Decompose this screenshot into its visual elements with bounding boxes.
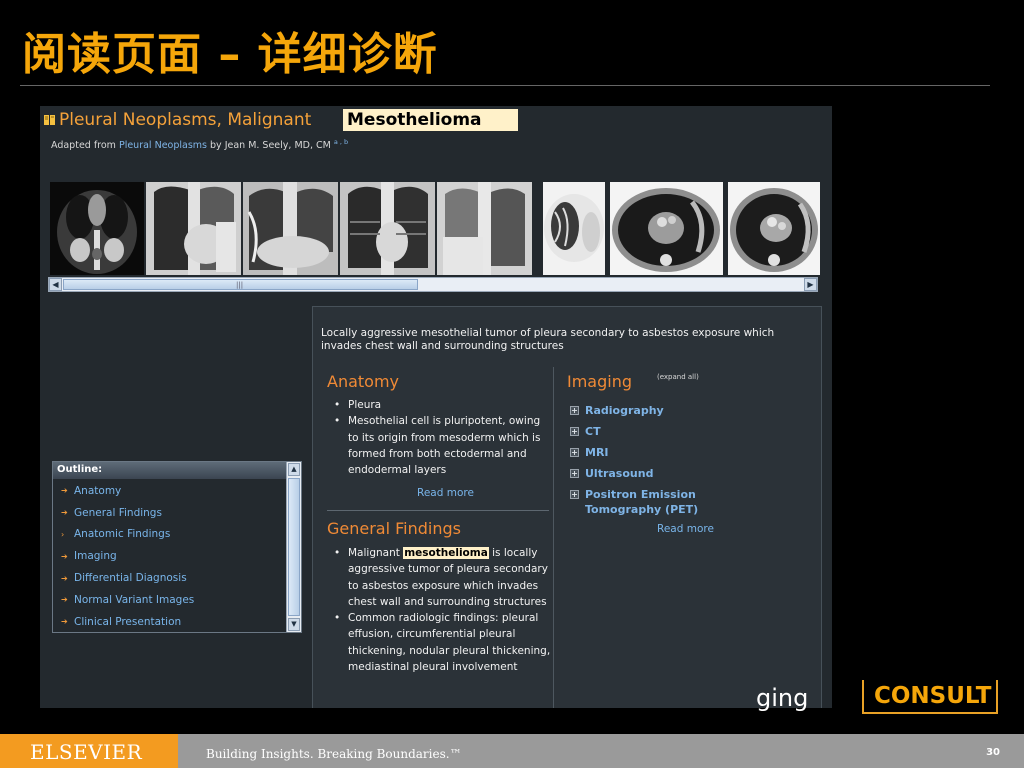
list-item: Pleura (327, 397, 552, 414)
attribution-line: Adapted from Pleural Neoplasms by Jean M… (51, 138, 349, 152)
slide-title: 阅读页面 – 详细诊断 (22, 29, 438, 80)
arrow-icon: ➔ (61, 508, 68, 518)
thumbnail-ct-coronal[interactable] (50, 182, 144, 275)
imaging-modalities-list: + Radiography + CT + MRI + Ultrasound + Posit… (570, 403, 810, 523)
thumbnail-chest-xray-1[interactable] (146, 182, 241, 275)
thumbnail-chest-xray-3[interactable] (340, 182, 435, 275)
source-link[interactable]: Pleural Neoplasms (119, 140, 207, 151)
footer-tagline: Building Insights. Breaking Boundaries.™ (206, 747, 462, 761)
arrow-icon: ➔ (61, 617, 68, 627)
outline-item-imaging[interactable]: ➔ Imaging (53, 545, 285, 567)
page-number: 30 (986, 747, 1000, 758)
imaging-read-more-link[interactable]: Read more (657, 523, 714, 535)
section-title-imaging: Imaging (567, 372, 633, 391)
thumbnail-ct-mediastinal-2[interactable] (728, 182, 820, 275)
arrow-icon: ➔ (61, 595, 68, 605)
imaging-item-pet[interactable]: + Positron Emission Tomography (PET) (570, 487, 720, 517)
scrollbar-thumb[interactable]: ||| (63, 279, 418, 290)
thumbnail-strip (50, 182, 820, 275)
arrow-icon: ➔ (61, 573, 68, 583)
thumbnail-ct-lung[interactable] (543, 182, 605, 275)
outline-item-differential-diagnosis[interactable]: ➔ Differential Diagnosis (53, 567, 285, 589)
expand-plus-icon[interactable]: + (570, 469, 579, 478)
column-divider (553, 367, 554, 708)
reference-links[interactable]: a , b (334, 138, 348, 146)
expand-plus-icon[interactable]: + (570, 448, 579, 457)
imaging-item-ct[interactable]: + CT (570, 424, 810, 439)
anatomy-read-more-link[interactable]: Read more (417, 487, 474, 499)
search-term-highlight: Mesothelioma (343, 109, 518, 131)
list-item: Malignant mesothelioma is locally aggres… (327, 545, 552, 610)
scroll-right-icon[interactable]: ▶ (804, 278, 817, 291)
slide-footer: ELSEVIER Building Insights. Breaking Bou… (0, 734, 1024, 768)
book-icon (44, 115, 55, 125)
brand-partial-text: ging (756, 684, 809, 712)
outline-item-normal-variant-images[interactable]: ➔ Normal Variant Images (53, 589, 285, 611)
general-findings-bullets: Malignant mesothelioma is locally aggres… (327, 545, 552, 675)
outline-item-general-findings[interactable]: ➔ General Findings (53, 502, 285, 524)
diagnosis-summary: Locally aggressive mesothelial tumor of … (321, 327, 775, 352)
list-item: Common radiologic findings: pleural effu… (327, 610, 552, 675)
outline-scrollbar[interactable]: ▲ ▼ (286, 462, 301, 632)
outline-item-anatomy[interactable]: ➔ Anatomy (53, 480, 285, 502)
thumbnail-scrollbar[interactable]: ◀ ||| ▶ (48, 277, 818, 292)
expand-plus-icon[interactable]: + (570, 427, 579, 436)
scroll-down-icon[interactable]: ▼ (288, 618, 300, 631)
expand-all-link[interactable]: (expand all) (657, 373, 699, 381)
scroll-left-icon[interactable]: ◀ (49, 278, 62, 291)
arrow-icon: ➔ (61, 486, 68, 496)
imaging-item-radiography[interactable]: + Radiography (570, 403, 810, 418)
elsevier-logo: ELSEVIER (0, 734, 178, 768)
list-item: Mesothelial cell is pluripotent, owing t… (327, 413, 552, 478)
diagnosis-content: Locally aggressive mesothelial tumor of … (312, 306, 822, 708)
anatomy-bullets: Pleura Mesothelial cell is pluripotent, … (327, 397, 552, 478)
thumbnail-chest-xray-2[interactable] (243, 182, 338, 275)
scrollbar-thumb[interactable] (288, 478, 300, 616)
section-title-anatomy: Anatomy (327, 372, 400, 391)
expand-plus-icon[interactable]: + (570, 406, 579, 415)
brand-consult-logo: CONSULT (862, 680, 998, 714)
search-term-highlight: mesothelioma (403, 547, 489, 559)
outline-list: ➔ Anatomy ➔ General Findings › Anatomic Fin… (53, 480, 285, 633)
imaging-consult-screenshot: Pleural Neoplasms, Malignant Mesotheliom… (40, 106, 832, 708)
outline-title: Outline: (53, 462, 301, 479)
topic-header: Pleural Neoplasms, Malignant Mesotheliom… (40, 106, 832, 292)
thumbnail-chest-xray-4[interactable] (437, 182, 532, 275)
scroll-up-icon[interactable]: ▲ (288, 463, 300, 476)
outline-item-clinical-presentation[interactable]: ➔ Clinical Presentation (53, 611, 285, 633)
section-divider (327, 510, 549, 511)
outline-item-anatomic-findings[interactable]: › Anatomic Findings (53, 524, 285, 546)
title-divider (20, 85, 990, 86)
topic-title: Pleural Neoplasms, Malignant (59, 110, 312, 130)
arrow-icon: ➔ (61, 551, 68, 561)
section-title-general-findings: General Findings (327, 519, 461, 538)
imaging-item-mri[interactable]: + MRI (570, 445, 810, 460)
outline-panel: Outline: ➔ Anatomy ➔ General Findings › Ana… (52, 461, 302, 633)
thumbnail-ct-mediastinal-1[interactable] (610, 182, 723, 275)
expand-plus-icon[interactable]: + (570, 490, 579, 499)
imaging-item-ultrasound[interactable]: + Ultrasound (570, 466, 810, 481)
chevron-right-icon: › (61, 529, 65, 539)
